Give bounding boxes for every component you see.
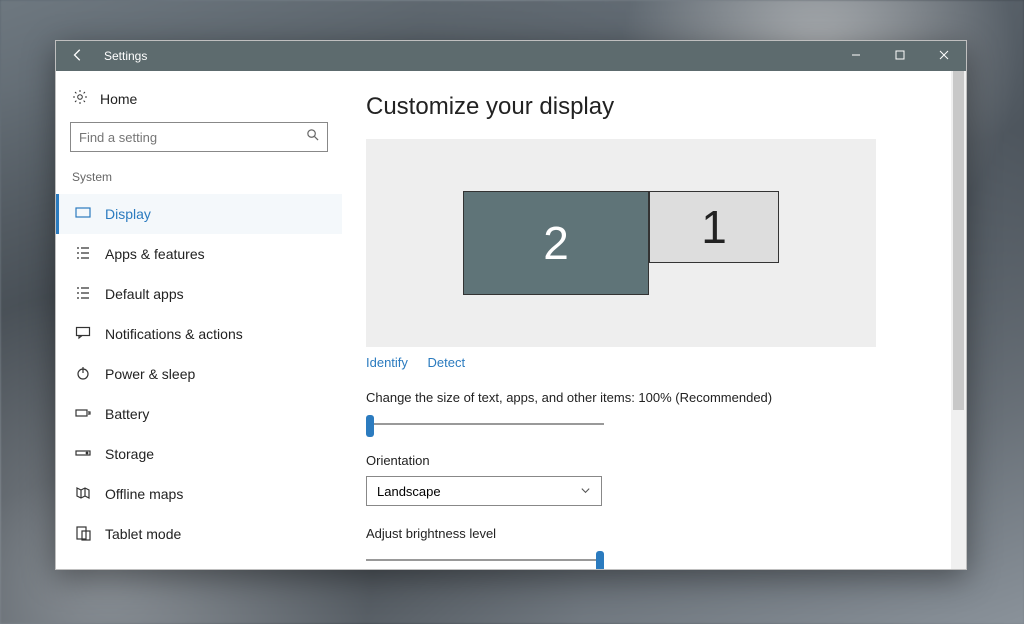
sidebar-item-power-sleep[interactable]: Power & sleep bbox=[56, 354, 342, 394]
slider-track bbox=[366, 423, 604, 425]
scale-label: Change the size of text, apps, and other… bbox=[366, 390, 942, 405]
tablet-icon bbox=[75, 525, 91, 544]
sidebar-item-label: Notifications & actions bbox=[105, 326, 243, 342]
close-button[interactable] bbox=[922, 41, 966, 71]
title-bar: Settings bbox=[56, 41, 966, 71]
close-icon bbox=[939, 49, 949, 63]
detect-link[interactable]: Detect bbox=[428, 355, 466, 370]
sidebar-item-label: Apps & features bbox=[105, 246, 205, 262]
slider-thumb[interactable] bbox=[596, 551, 604, 569]
sidebar-item-label: Power & sleep bbox=[105, 366, 195, 382]
sidebar: Home System Display Apps & features bbox=[56, 71, 342, 569]
storage-icon bbox=[75, 445, 91, 464]
slider-track bbox=[366, 559, 604, 561]
sidebar-item-notifications[interactable]: Notifications & actions bbox=[56, 314, 342, 354]
sidebar-item-label: Display bbox=[105, 206, 151, 222]
chevron-down-icon bbox=[580, 484, 591, 499]
gear-icon bbox=[72, 89, 88, 108]
orientation-select[interactable]: Landscape bbox=[366, 476, 602, 506]
sidebar-nav: Display Apps & features Default apps Not… bbox=[56, 194, 342, 554]
sidebar-item-default-apps[interactable]: Default apps bbox=[56, 274, 342, 314]
maximize-icon bbox=[895, 49, 905, 63]
scrollbar-thumb[interactable] bbox=[953, 71, 964, 410]
back-arrow-icon bbox=[71, 48, 85, 65]
sidebar-item-label: Battery bbox=[105, 406, 149, 422]
window-title: Settings bbox=[100, 49, 147, 63]
default-apps-icon bbox=[75, 285, 91, 304]
sidebar-item-label: Default apps bbox=[105, 286, 184, 302]
display-arrangement-area[interactable]: 2 1 bbox=[366, 139, 876, 347]
home-button[interactable]: Home bbox=[56, 89, 342, 122]
list-icon bbox=[75, 245, 91, 264]
sidebar-item-offline-maps[interactable]: Offline maps bbox=[56, 474, 342, 514]
sidebar-item-tablet-mode[interactable]: Tablet mode bbox=[56, 514, 342, 554]
monitor-icon bbox=[75, 205, 91, 224]
sidebar-item-battery[interactable]: Battery bbox=[56, 394, 342, 434]
minimize-button[interactable] bbox=[834, 41, 878, 71]
sidebar-item-label: Tablet mode bbox=[105, 526, 181, 542]
sidebar-item-label: Offline maps bbox=[105, 486, 183, 502]
back-button[interactable] bbox=[56, 41, 100, 71]
orientation-label: Orientation bbox=[366, 453, 942, 468]
page-title: Customize your display bbox=[366, 93, 942, 121]
sidebar-item-apps-features[interactable]: Apps & features bbox=[56, 234, 342, 274]
power-icon bbox=[75, 365, 91, 384]
sidebar-item-label: Storage bbox=[105, 446, 154, 462]
search-input[interactable] bbox=[79, 130, 306, 145]
content-scrollbar[interactable] bbox=[951, 71, 966, 569]
monitor-1[interactable]: 1 bbox=[649, 191, 779, 263]
monitor-2-selected[interactable]: 2 bbox=[463, 191, 649, 295]
scale-slider[interactable] bbox=[366, 415, 604, 433]
minimize-icon bbox=[851, 49, 861, 63]
content-area: Customize your display 2 1 Identify Dete… bbox=[342, 71, 966, 569]
settings-window: Settings Home Syst bbox=[55, 40, 967, 570]
brightness-label: Adjust brightness level bbox=[366, 526, 942, 541]
search-box[interactable] bbox=[70, 122, 328, 152]
display-action-links: Identify Detect bbox=[366, 355, 942, 370]
sidebar-item-storage[interactable]: Storage bbox=[56, 434, 342, 474]
map-icon bbox=[75, 485, 91, 504]
home-label: Home bbox=[100, 91, 137, 107]
sidebar-item-display[interactable]: Display bbox=[56, 194, 342, 234]
identify-link[interactable]: Identify bbox=[366, 355, 408, 370]
monitor-label: 2 bbox=[543, 216, 569, 270]
brightness-slider[interactable] bbox=[366, 551, 604, 569]
monitor-label: 1 bbox=[701, 200, 727, 254]
search-icon bbox=[306, 128, 319, 146]
battery-icon bbox=[75, 405, 91, 424]
orientation-value: Landscape bbox=[377, 484, 441, 499]
sidebar-group-label: System bbox=[56, 166, 342, 194]
chat-icon bbox=[75, 325, 91, 344]
maximize-button[interactable] bbox=[878, 41, 922, 71]
slider-thumb[interactable] bbox=[366, 415, 374, 437]
